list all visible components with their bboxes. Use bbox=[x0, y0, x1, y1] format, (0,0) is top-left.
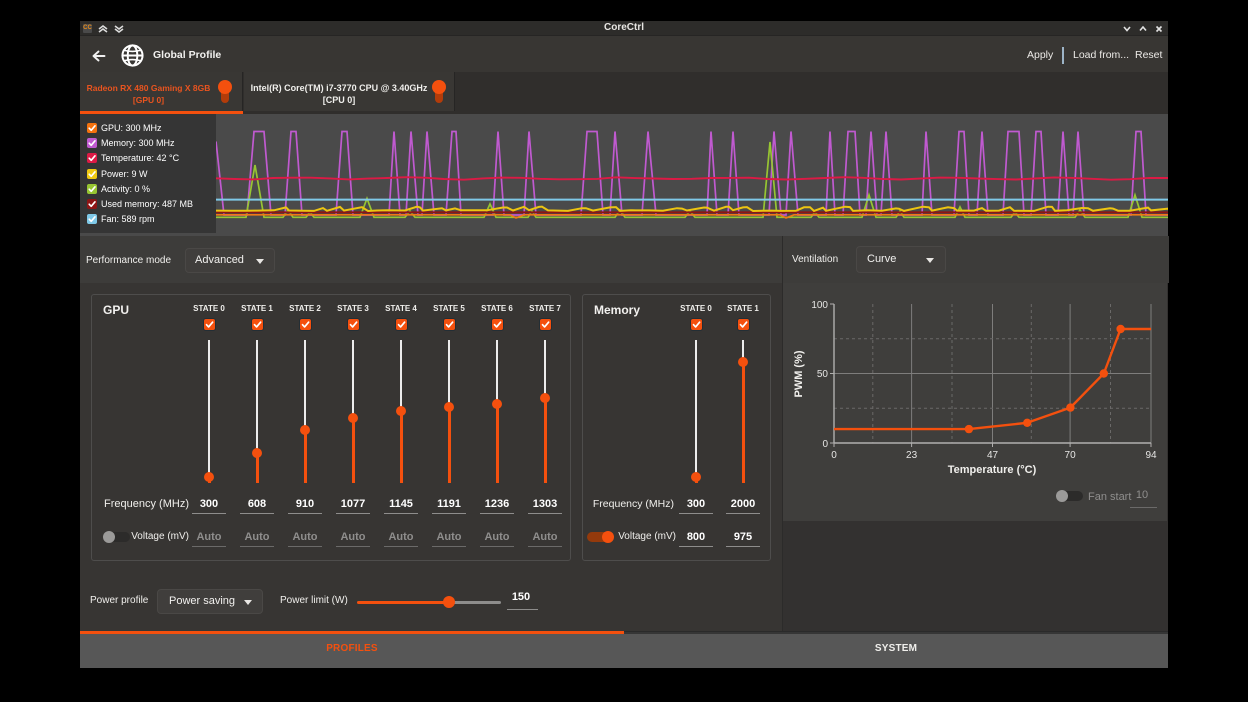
svg-text:47: 47 bbox=[987, 450, 999, 461]
svg-text:50: 50 bbox=[817, 369, 829, 380]
svg-text:0: 0 bbox=[822, 439, 828, 450]
svg-text:0: 0 bbox=[831, 450, 837, 461]
svg-text:PWM (%): PWM (%) bbox=[793, 350, 805, 397]
svg-text:Temperature (°C): Temperature (°C) bbox=[948, 464, 1037, 476]
svg-text:94: 94 bbox=[1145, 450, 1157, 461]
svg-text:23: 23 bbox=[906, 450, 918, 461]
svg-text:100: 100 bbox=[811, 300, 828, 311]
svg-text:70: 70 bbox=[1065, 450, 1077, 461]
